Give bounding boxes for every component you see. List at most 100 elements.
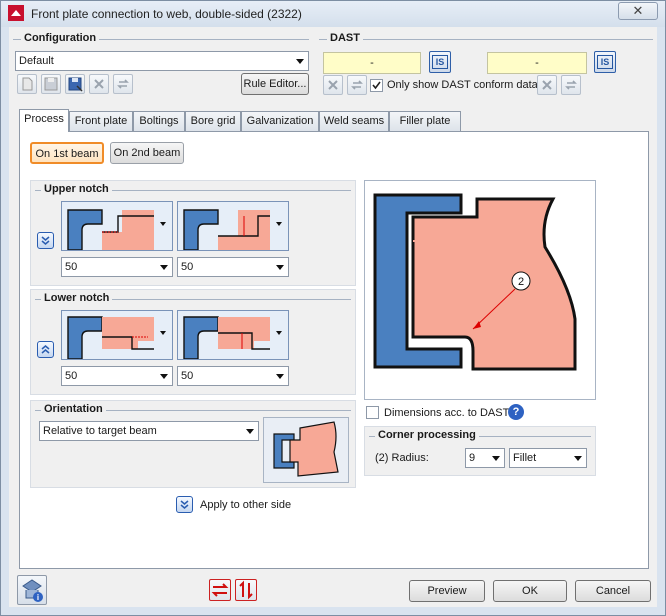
new-file-icon bbox=[22, 77, 33, 91]
upper-notch-left-select[interactable]: 50 bbox=[61, 257, 173, 277]
ok-button[interactable]: OK bbox=[493, 580, 567, 602]
upper-notch-left-value: 50 bbox=[65, 261, 78, 273]
tab-weld-seams[interactable]: Weld seams bbox=[319, 111, 389, 131]
upper-notch-section: Upper notch 50 50 bbox=[30, 180, 356, 286]
only-dast-label: Only show DAST conform data bbox=[387, 79, 538, 91]
preview-button[interactable]: Preview bbox=[409, 580, 485, 602]
apply-other-side-button[interactable] bbox=[176, 496, 193, 513]
expand-lower-button[interactable] bbox=[37, 341, 54, 358]
tab-process[interactable]: Process bbox=[19, 109, 69, 132]
lower-notch-right-picker[interactable] bbox=[177, 310, 289, 360]
preview-drawing: 2 bbox=[364, 180, 596, 400]
double-chevron-down-icon bbox=[41, 236, 50, 245]
info-button[interactable]: i bbox=[17, 575, 47, 605]
tab-boltings[interactable]: Boltings bbox=[133, 111, 185, 131]
is-icon: IS bbox=[432, 55, 448, 69]
help-icon[interactable]: ? bbox=[508, 404, 524, 420]
upper-notch-right-picker[interactable] bbox=[177, 201, 289, 251]
dimensions-dast-checkbox[interactable] bbox=[366, 406, 379, 419]
process-tab-panel: On 1st beam On 2nd beam Upper notch 50 5… bbox=[19, 131, 649, 569]
orientation-section: Orientation Relative to target beam bbox=[30, 400, 356, 488]
save-as-config-button[interactable] bbox=[65, 74, 85, 94]
dast-is-left-button[interactable]: IS bbox=[429, 51, 451, 73]
radius-label: (2) Radius: bbox=[375, 452, 429, 464]
tab-front-plate[interactable]: Front plate bbox=[69, 111, 133, 131]
orientation-title: Orientation bbox=[41, 403, 106, 415]
svg-text:i: i bbox=[37, 593, 39, 602]
upper-notch-round-icon bbox=[67, 209, 166, 251]
dast-value-left[interactable]: - bbox=[323, 52, 421, 74]
delete-icon bbox=[542, 80, 552, 90]
swap-vertical-icon bbox=[239, 580, 253, 600]
button-bar: i Preview OK Cancel bbox=[9, 575, 657, 607]
new-config-button[interactable] bbox=[17, 74, 37, 94]
cancel-button[interactable]: Cancel bbox=[575, 580, 651, 602]
lower-notch-right-select[interactable]: 50 bbox=[177, 366, 289, 386]
collapse-upper-button[interactable] bbox=[37, 232, 54, 249]
chevron-down-icon bbox=[160, 265, 168, 270]
only-dast-checkbox[interactable] bbox=[370, 79, 383, 92]
apply-other-side-label: Apply to other side bbox=[200, 499, 292, 511]
lower-notch-left-select[interactable]: 50 bbox=[61, 366, 173, 386]
tab-galvanization[interactable]: Galvanization bbox=[241, 111, 319, 131]
orientation-select[interactable]: Relative to target beam bbox=[39, 421, 259, 441]
dast-is-right-button[interactable]: IS bbox=[594, 51, 616, 73]
upper-notch-square-icon bbox=[183, 209, 282, 251]
corner-processing-section: Corner processing (2) Radius: 9 Fillet bbox=[364, 426, 596, 476]
orientation-beam-icon bbox=[273, 421, 339, 477]
is-icon: IS bbox=[597, 55, 613, 69]
app-icon bbox=[8, 5, 24, 21]
on-2nd-beam-button[interactable]: On 2nd beam bbox=[110, 142, 184, 164]
dast-delete-2-button[interactable] bbox=[537, 75, 557, 95]
corner-processing-title: Corner processing bbox=[375, 429, 479, 441]
upper-notch-right-value: 50 bbox=[181, 261, 194, 273]
lower-notch-section: Lower notch 50 50 bbox=[30, 289, 356, 395]
dast-refresh-2-button[interactable] bbox=[561, 75, 581, 95]
save-icon bbox=[44, 77, 58, 91]
delete-icon bbox=[94, 79, 104, 89]
swap-horizontal-button[interactable] bbox=[209, 579, 231, 601]
checkmark-icon bbox=[372, 81, 381, 90]
upper-notch-right-select[interactable]: 50 bbox=[177, 257, 289, 277]
configuration-select[interactable]: Default bbox=[15, 51, 309, 71]
double-chevron-up-icon bbox=[41, 345, 50, 354]
callout-number: 2 bbox=[518, 276, 524, 288]
on-1st-beam-button[interactable]: On 1st beam bbox=[30, 142, 104, 164]
refresh-icon bbox=[565, 80, 577, 90]
orientation-value: Relative to target beam bbox=[43, 425, 157, 437]
lower-notch-left-value: 50 bbox=[65, 370, 78, 382]
orientation-preview bbox=[263, 417, 349, 483]
refresh-config-button[interactable] bbox=[113, 74, 133, 94]
close-button[interactable]: ✕ bbox=[618, 2, 658, 20]
title-bar: Front plate connection to web, double-si… bbox=[1, 1, 665, 27]
radius-value: 9 bbox=[469, 452, 476, 464]
upper-notch-left-picker[interactable] bbox=[61, 201, 173, 251]
tab-filler-plate[interactable]: Filler plate bbox=[389, 111, 461, 131]
save-as-icon bbox=[68, 77, 83, 92]
corner-type-select[interactable]: Fillet bbox=[509, 448, 587, 468]
dast-delete-button[interactable] bbox=[323, 75, 343, 95]
swap-vertical-button[interactable] bbox=[235, 579, 257, 601]
chevron-down-icon bbox=[296, 59, 304, 64]
upper-notch-title: Upper notch bbox=[41, 183, 112, 195]
lower-notch-left-picker[interactable] bbox=[61, 310, 173, 360]
window-title: Front plate connection to web, double-si… bbox=[31, 7, 302, 21]
save-config-button[interactable] bbox=[41, 74, 61, 94]
chevron-down-icon bbox=[160, 374, 168, 379]
configuration-select-value: Default bbox=[19, 55, 54, 67]
connection-preview-image: 2 bbox=[373, 193, 577, 371]
dast-value-right[interactable]: - bbox=[487, 52, 587, 74]
refresh-icon bbox=[117, 79, 129, 89]
chevron-down-icon bbox=[246, 429, 254, 434]
chevron-down-icon bbox=[492, 456, 500, 461]
delete-config-button[interactable] bbox=[89, 74, 109, 94]
radius-select[interactable]: 9 bbox=[465, 448, 505, 468]
rule-editor-button[interactable]: Rule Editor... bbox=[241, 73, 309, 95]
chevron-down-icon bbox=[574, 456, 582, 461]
dast-refresh-button[interactable] bbox=[347, 75, 367, 95]
dast-rule bbox=[319, 39, 653, 40]
lower-notch-title: Lower notch bbox=[41, 292, 113, 304]
tab-bore-grid[interactable]: Bore grid bbox=[185, 111, 241, 131]
lower-notch-round-icon bbox=[67, 316, 166, 360]
lower-notch-square-icon bbox=[183, 316, 282, 360]
